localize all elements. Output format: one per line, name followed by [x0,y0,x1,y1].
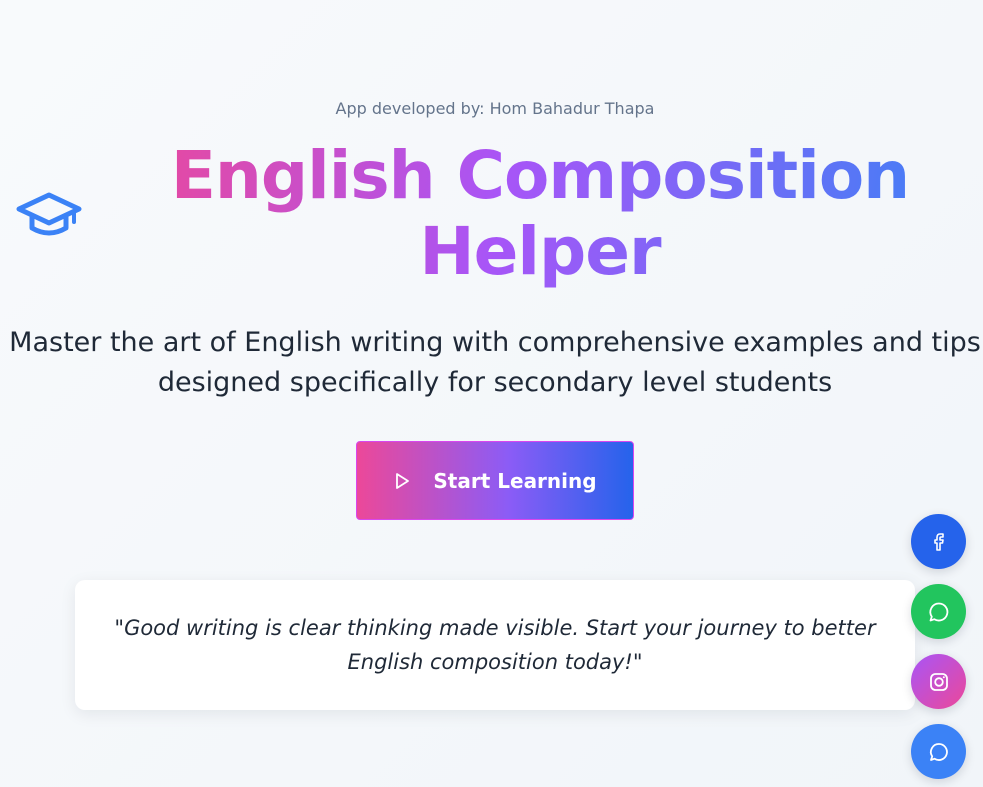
quote-text: "Good writing is clear thinking made vis… [114,616,876,674]
whatsapp-button[interactable] [911,584,966,639]
start-learning-label: Start Learning [433,468,597,493]
page-title: English Composition Helper [120,138,960,290]
page-subtitle: Master the art of English writing with c… [9,327,981,398]
chat-button[interactable] [911,724,966,779]
whatsapp-icon [928,602,948,621]
instagram-button[interactable] [911,654,966,709]
credit-line: App developed by: Hom Bahadur Thapa [335,99,655,118]
chat-icon [929,742,948,761]
graduation-cap-icon [16,192,82,236]
instagram-icon [929,672,948,691]
quote-card: "Good writing is clear thinking made vis… [75,580,915,710]
facebook-icon [933,532,944,551]
facebook-button[interactable] [911,514,966,569]
start-learning-button[interactable]: Start Learning [356,441,634,520]
play-icon [396,472,410,489]
